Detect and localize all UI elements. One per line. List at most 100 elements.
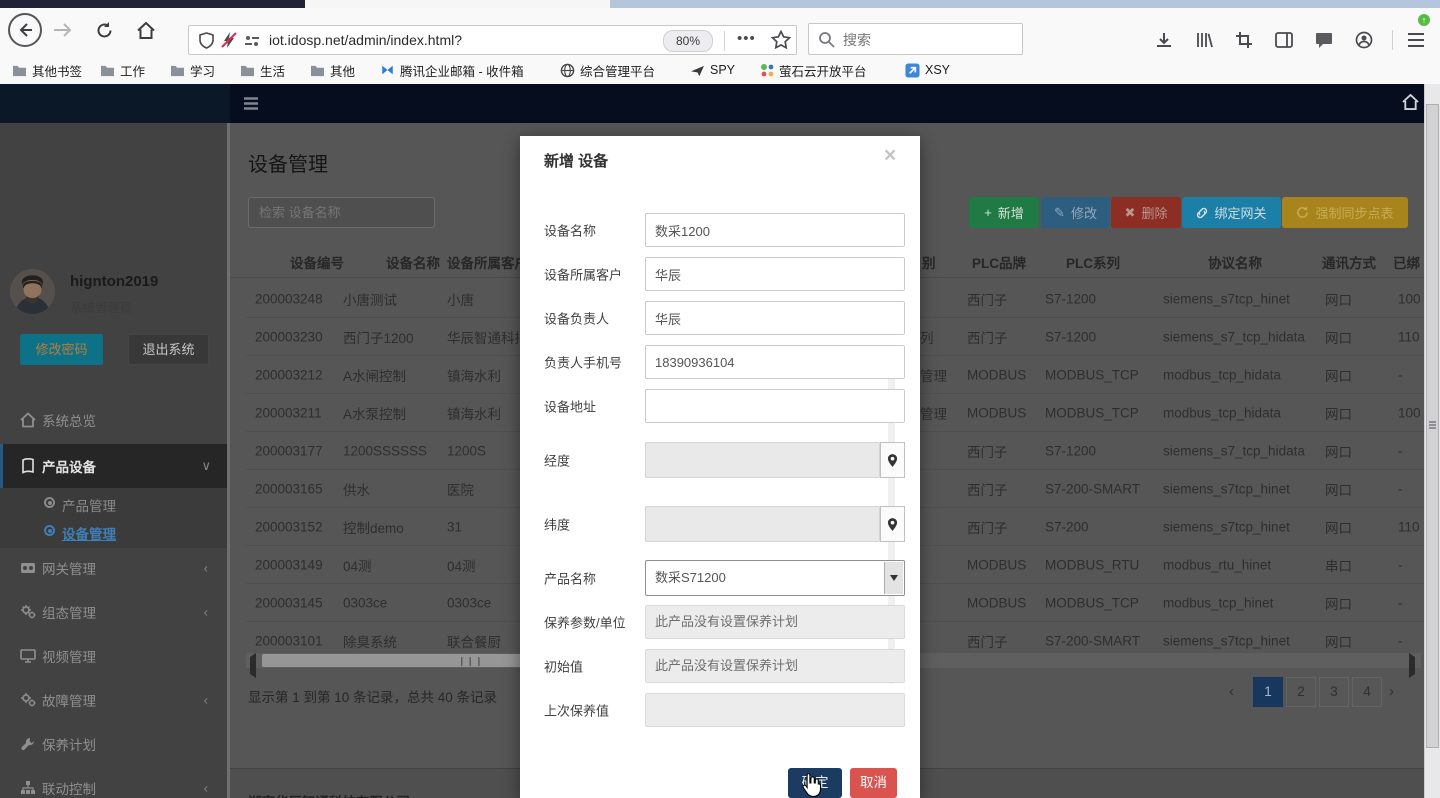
longitude-input[interactable] — [645, 442, 880, 478]
blocked-plugin-icon[interactable] — [221, 31, 237, 49]
library-button[interactable] — [1192, 28, 1216, 52]
table-row[interactable]: 管理 MODBUS MODBUS_TCP modbus_tcp_hidata 网… — [920, 356, 1424, 394]
download-button[interactable] — [1152, 28, 1176, 52]
force-sync-button[interactable]: 强制同步点表 — [1282, 197, 1408, 228]
sidebar-item-product-device[interactable]: 产品设备 ∨ — [0, 444, 233, 488]
window-scrollbar[interactable] — [1424, 84, 1440, 798]
bookmark-spy[interactable]: SPY — [690, 56, 735, 84]
shield-icon[interactable] — [199, 32, 214, 49]
customer-input[interactable] — [645, 257, 905, 291]
bookmark-folder[interactable]: 生活 — [240, 56, 285, 84]
sidebar-item-product-mgmt[interactable]: 产品管理 — [0, 490, 230, 518]
logout-button[interactable]: 退出系统 — [128, 334, 209, 365]
page-actions-icon[interactable]: ••• — [737, 30, 756, 47]
table-row[interactable]: 列 西门子 S7-1200 siemens_s7_tcp_hidata 网口 1… — [920, 318, 1424, 356]
zoom-level-badge[interactable]: 80% — [663, 30, 713, 52]
latitude-input[interactable] — [645, 506, 880, 542]
table-row[interactable]: 200003152 控制demo 31 — [246, 508, 520, 546]
col-header-device-name[interactable]: 设备名称 — [386, 252, 440, 272]
sidebar-item-gateway[interactable]: 网关管理 ‹ — [0, 548, 230, 588]
bookmark-folder[interactable]: 其他 — [310, 56, 355, 84]
col-header-protocol[interactable]: 协议名称 — [1208, 252, 1262, 272]
device-search-input[interactable] — [248, 197, 435, 228]
sidebar-item-fault[interactable]: 故障管理 ‹ — [0, 680, 230, 720]
close-icon[interactable]: × — [884, 144, 896, 168]
table-row[interactable]: MODBUS MODBUS_RTU modbus_rtu_hinet 串口 - — [920, 546, 1424, 584]
table-row[interactable]: 西门子 S7-1200 siemens_s7_tcp_hidata 网口 - — [920, 432, 1424, 470]
scroll-left-arrow[interactable] — [250, 657, 256, 675]
bind-gateway-button[interactable]: 绑定网关 — [1182, 197, 1281, 228]
sidebar-item-config[interactable]: 组态管理 ‹ — [0, 592, 230, 632]
pagination-page-2[interactable]: 2 — [1286, 677, 1316, 707]
scroll-right-arrow[interactable] — [1409, 657, 1415, 675]
sidebar-toggle-button[interactable] — [1272, 28, 1296, 52]
edit-button[interactable]: ✎修改 — [1041, 197, 1110, 228]
device-name-input[interactable] — [645, 213, 905, 247]
sidebar-item-video[interactable]: 视频管理 — [0, 636, 230, 676]
search-bar[interactable] — [808, 23, 1023, 55]
pagination-page-4[interactable]: 4 — [1352, 677, 1382, 707]
navbar-home-icon[interactable] — [1402, 94, 1419, 110]
col-header-customer[interactable]: 设备所属客户 — [447, 252, 520, 272]
chat-extension-button[interactable] — [1312, 28, 1336, 52]
table-row[interactable]: 管理 MODBUS MODBUS_TCP modbus_tcp_hidata 网… — [920, 394, 1424, 432]
product-select[interactable]: 数采S71200 — [645, 560, 905, 596]
table-row[interactable]: 200003149 04测 04测 — [246, 546, 520, 584]
table-row[interactable]: 200003230 西门子1200 华辰智通科技 — [246, 318, 520, 356]
bookmark-folder[interactable]: 其他书签 — [12, 56, 82, 84]
sidebar-item-maintenance[interactable]: 保养计划 — [0, 724, 230, 764]
latitude-map-button[interactable] — [880, 506, 905, 542]
delete-button[interactable]: ✖删除 — [1111, 197, 1181, 228]
table-row[interactable]: 西门子 S7-1200 siemens_s7tcp_hinet 网口 100 — [920, 280, 1424, 318]
add-button[interactable]: +新增 — [969, 197, 1039, 228]
table-row[interactable]: 200003101 除臭系统 联合餐厨 — [246, 622, 520, 650]
table-row[interactable]: 西门子 S7-200 siemens_s7tcp_hinet 网口 110 — [920, 508, 1424, 546]
bookmark-star-icon[interactable] — [771, 30, 791, 50]
pagination-page-1[interactable]: 1 — [1253, 677, 1283, 707]
table-row[interactable]: 200003177 1200SSSSSS 1200S — [246, 432, 520, 470]
sidebar-item-overview[interactable]: 系统总览 — [0, 400, 230, 440]
bookmark-xsy[interactable]: XSY — [905, 56, 950, 84]
permissions-icon[interactable] — [245, 35, 259, 47]
bookmark-platform[interactable]: 综合管理平台 — [560, 56, 655, 84]
reload-button[interactable] — [95, 21, 114, 45]
select-arrow-button[interactable] — [884, 562, 903, 594]
table-row[interactable]: MODBUS MODBUS_TCP modbus_tcp_hinet 网口 - — [920, 584, 1424, 622]
table-row[interactable]: 西门子 S7-200-SMART siemens_s7tcp_hinet 网口 … — [920, 622, 1424, 650]
scroll-thumb[interactable] — [1426, 104, 1439, 748]
table-row[interactable]: 200003248 小唐测试 小唐 — [246, 280, 520, 318]
table-row[interactable]: 200003212 A水闸控制 镇海水利 — [246, 356, 520, 394]
pagination-page-3[interactable]: 3 — [1319, 677, 1349, 707]
table-row[interactable]: 西门子 S7-200-SMART siemens_s7tcp_hinet 网口 … — [920, 470, 1424, 508]
bookmark-folder[interactable]: 工作 — [100, 56, 145, 84]
col-header-bound[interactable]: 已绑 — [1393, 252, 1424, 272]
back-button[interactable] — [8, 13, 42, 47]
phone-input[interactable] — [645, 345, 905, 379]
sidebar-item-device-mgmt[interactable]: 设备管理 — [0, 518, 230, 546]
bookmark-folder[interactable]: 学习 — [170, 56, 215, 84]
col-header-comm[interactable]: 通讯方式 — [1322, 252, 1376, 272]
longitude-map-button[interactable] — [880, 442, 905, 478]
address-input[interactable] — [645, 389, 905, 423]
col-header-plc-brand[interactable]: PLC品牌 — [972, 252, 1026, 272]
table-row[interactable]: 200003211 A水泵控制 镇海水利 — [246, 394, 520, 432]
modal-cancel-button[interactable]: 取消 — [850, 768, 897, 798]
pagination-prev[interactable]: ‹ — [1229, 677, 1234, 707]
col-header-device-id[interactable]: 设备编号 — [290, 252, 344, 272]
col-header-plc-series[interactable]: PLC系列 — [1066, 252, 1120, 272]
sidebar-collapse-button[interactable] — [243, 92, 265, 114]
url-bar[interactable]: iot.idosp.net/admin/index.html? 80% ••• — [188, 25, 797, 55]
change-password-button[interactable]: 修改密码 — [20, 334, 103, 365]
active-tab[interactable] — [0, 0, 305, 8]
table-row[interactable]: 200003165 供水 医院 — [246, 470, 520, 508]
forward-button[interactable] — [52, 21, 72, 44]
menu-button[interactable] — [1404, 28, 1428, 52]
home-button[interactable] — [136, 21, 156, 45]
pagination-next[interactable]: › — [1389, 677, 1394, 707]
sidebar-item-linkage[interactable]: 联动控制 ‹ — [0, 768, 230, 798]
search-input[interactable] — [841, 27, 1015, 53]
screenshot-button[interactable] — [1232, 28, 1256, 52]
bookmark-tencent-mail[interactable]: 腾讯企业邮箱 - 收件箱 — [380, 56, 524, 84]
owner-input[interactable] — [645, 301, 905, 335]
account-button[interactable] — [1352, 28, 1376, 52]
